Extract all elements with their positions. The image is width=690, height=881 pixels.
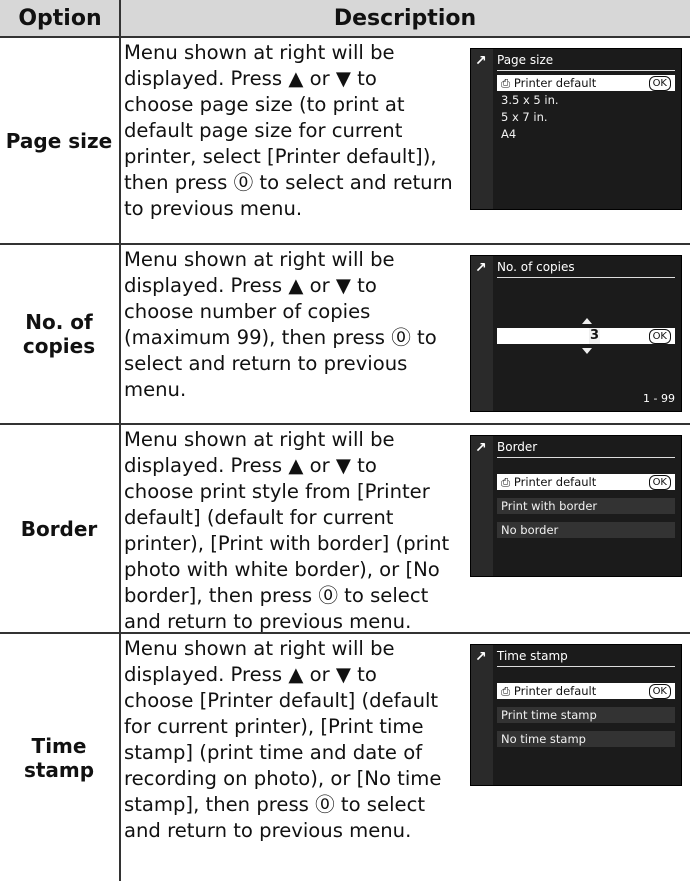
menu-icon: ↗: [475, 440, 487, 456]
up-arrow-icon: [582, 318, 592, 324]
list-item: Print time stamp: [497, 707, 675, 723]
copies-value: 3: [589, 328, 601, 344]
screen-title: No. of copies: [497, 260, 675, 278]
table-row: Time stamp Menu shown at right will be d…: [0, 634, 690, 881]
option-no-of-copies: No. of copies: [22, 310, 96, 358]
table-header: Option Description: [0, 0, 690, 37]
list-item: No time stamp: [497, 731, 675, 747]
down-arrow-icon: [582, 348, 592, 354]
page-size-screen: ↗ Page size ⎙ Printer default OK 3.5 x 5…: [470, 48, 682, 210]
option-border: Border: [20, 516, 98, 541]
table-row: Border Menu shown at right will be displ…: [0, 425, 690, 633]
list-item: 3.5 x 5 in.: [501, 93, 559, 107]
printer-icon: ⎙: [501, 475, 511, 489]
copies-range: 1 - 99: [643, 392, 675, 405]
printer-icon: ⎙: [501, 76, 511, 90]
description-no-of-copies: Menu shown at right will be displayed. P…: [124, 248, 437, 401]
menu-icon: ↗: [475, 53, 487, 69]
no-of-copies-screen: ↗ No. of copies 3 OK 1 - 99: [470, 255, 682, 412]
list-item: ⎙ Printer default OK: [497, 75, 675, 91]
list-item: No border: [497, 522, 675, 538]
option-time-stamp: Time stamp: [23, 733, 95, 782]
list-item: Print with border: [497, 498, 675, 514]
description-border: Menu shown at right will be displayed. P…: [124, 428, 450, 633]
time-stamp-screen: ↗ Time stamp ⎙ Printer default OK Print …: [470, 644, 682, 786]
screen-title: Time stamp: [497, 649, 675, 667]
menu-icon: ↗: [475, 649, 487, 665]
list-item: 5 x 7 in.: [501, 110, 548, 124]
copies-value-row: 3 OK: [497, 328, 675, 344]
list-item: ⎙ Printer default OK: [497, 683, 675, 699]
header-description: Description: [333, 6, 477, 31]
ok-icon: OK: [648, 76, 671, 91]
header-option: Option: [18, 6, 102, 31]
list-item: ⎙ Printer default OK: [497, 474, 675, 490]
ok-icon: OK: [648, 475, 671, 490]
border-screen: ↗ Border ⎙ Printer default OK Print with…: [470, 435, 682, 577]
menu-icon: ↗: [475, 260, 487, 276]
description-page-size: Menu shown at right will be displayed. P…: [124, 41, 453, 220]
table-row: No. of copies Menu shown at right will b…: [0, 245, 690, 423]
screen-title: Border: [497, 440, 675, 458]
list-item: A4: [501, 127, 517, 141]
table-row: Page size Menu shown at right will be di…: [0, 38, 690, 243]
ok-icon: OK: [648, 684, 671, 699]
option-page-size: Page size: [5, 128, 113, 153]
screen-title: Page size: [497, 53, 675, 71]
description-time-stamp: Menu shown at right will be displayed. P…: [124, 637, 442, 842]
ok-icon: OK: [648, 329, 671, 344]
printer-icon: ⎙: [501, 684, 511, 698]
